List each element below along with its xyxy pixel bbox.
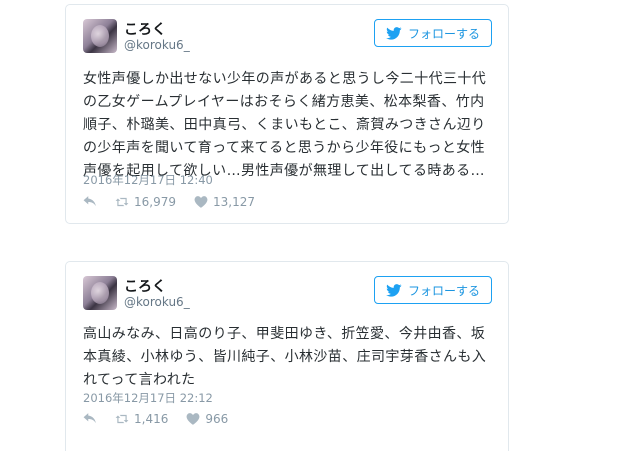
retweet-icon (115, 414, 129, 424)
follow-label: フォローする (407, 26, 480, 41)
heart-icon (186, 413, 200, 425)
user-handle[interactable]: @koroku6_ (124, 38, 190, 52)
avatar[interactable] (83, 276, 117, 310)
retweet-icon (115, 197, 129, 207)
like-count: 13,127 (213, 195, 255, 209)
follow-label: フォローする (407, 283, 480, 298)
tweet-timestamp[interactable]: 2016年12月17日 12:40 (83, 172, 213, 188)
heart-icon (194, 196, 208, 208)
tweet-text: 女性声優しか出せない少年の声があると思うし今二十代三十代 の乙女ゲームプレイヤー… (83, 71, 487, 179)
retweet-count: 1,416 (134, 412, 169, 426)
tweet-timestamp[interactable]: 2016年12月17日 22:12 (83, 390, 213, 406)
retweet-count: 16,979 (134, 195, 176, 209)
reply-button[interactable] (83, 413, 97, 425)
tweet-card: ころく @koroku6_ フォローする 女性声優しか出せない少年の声があると思… (65, 4, 509, 224)
reply-button[interactable] (83, 196, 97, 208)
like-count: 966 (205, 412, 229, 426)
retweet-button[interactable]: 1,416 (115, 412, 168, 426)
reply-icon (83, 413, 96, 424)
tweet-actions: 16,979 13,127 (83, 195, 273, 209)
display-name[interactable]: ころく (124, 19, 166, 39)
user-handle[interactable]: @koroku6_ (124, 295, 190, 309)
avatar[interactable] (83, 19, 117, 53)
twitter-bird-icon (386, 283, 402, 297)
like-button[interactable]: 13,127 (194, 195, 255, 209)
display-name[interactable]: ころく (124, 276, 166, 296)
like-button[interactable]: 966 (186, 412, 228, 426)
follow-button[interactable]: フォローする (374, 19, 492, 47)
reply-icon (83, 196, 96, 207)
twitter-bird-icon (386, 26, 402, 40)
tweet-card: ころく @koroku6_ フォローする 高山みなみ、日高のり子、甲斐田ゆき、折… (65, 261, 509, 451)
tweet-actions: 1,416 966 (83, 412, 246, 426)
follow-button[interactable]: フォローする (374, 276, 492, 304)
tweet-text: 高山みなみ、日高のり子、甲斐田ゆき、折笠愛、今井由香、坂 本真綾、小林ゆう、皆川… (83, 326, 487, 388)
retweet-button[interactable]: 16,979 (115, 195, 176, 209)
